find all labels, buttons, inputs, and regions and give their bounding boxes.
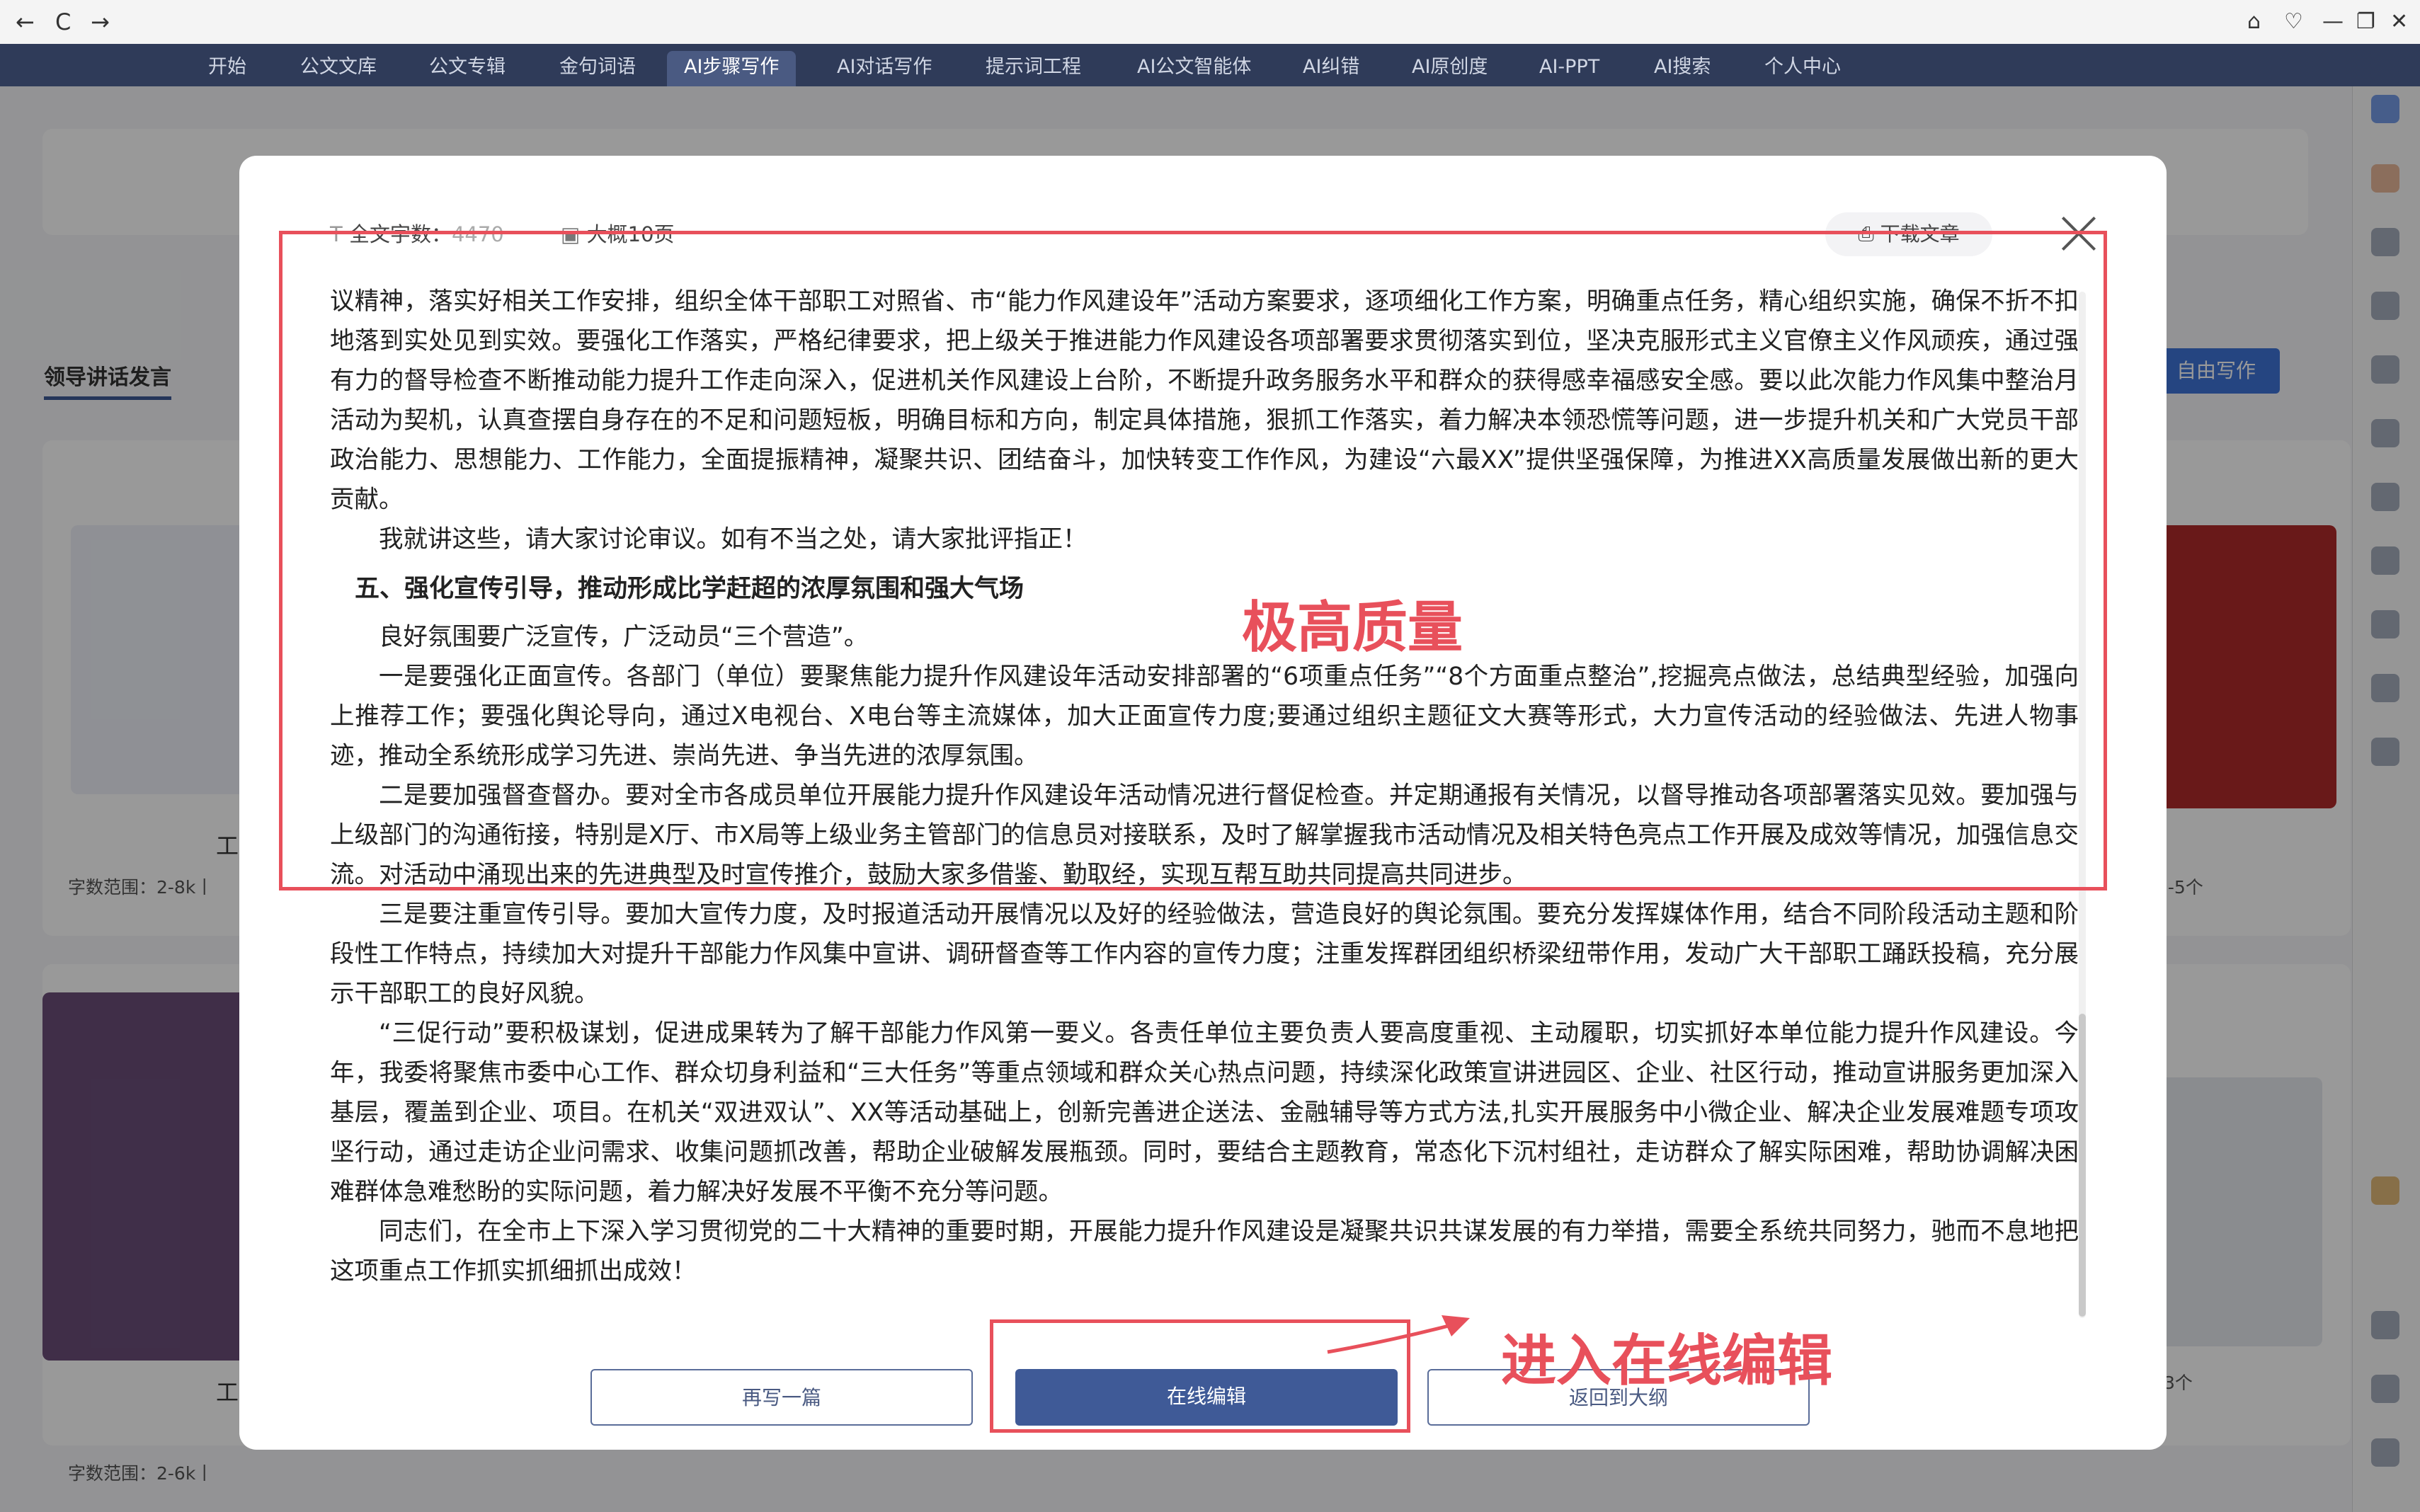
home-icon[interactable]: ⌂ [2247,7,2261,37]
scrollbar-thumb[interactable] [2079,1014,2086,1317]
nav-item-prompt-engineering[interactable]: 提示词工程 [969,51,1098,86]
nav-item-start[interactable]: 开始 [191,51,263,86]
favorite-icon[interactable]: ♡ [2284,7,2303,37]
enter-edit-annotation: 进入在线编辑 [1501,1329,1833,1393]
nav-item-user-center[interactable]: 个人中心 [1747,51,1858,86]
article-paragraph: 三是要注重宣传引导。要加大宣传力度，及时报道活动开展情况以及好的经验做法，营造良… [330,900,2079,1008]
nav-item-phrases[interactable]: 金句词语 [542,51,653,86]
nav-item-ai-search[interactable]: AI搜索 [1637,51,1728,86]
article-paragraph: “三促行动”要积极谋划，促进成果转为了解干部能力作风第一要义。各责任单位主要负责… [330,1019,2079,1206]
nav-item-ai-step-writing[interactable]: AI步骤写作 [667,51,797,86]
main-nav: 开始 公文文库 公文专辑 金句词语 AI步骤写作 AI对话写作 提示词工程 AI… [0,44,2420,86]
nav-item-ai-ppt[interactable]: AI-PPT [1522,51,1616,86]
reload-icon[interactable]: C [55,7,71,37]
nav-item-album[interactable]: 公文专辑 [412,51,523,86]
nav-item-ai-correction[interactable]: AI纠错 [1286,51,1376,86]
nav-item-ai-agent[interactable]: AI公文智能体 [1120,51,1268,86]
minimize-icon[interactable]: — [2322,7,2344,37]
nav-item-ai-originality[interactable]: AI原创度 [1395,51,1505,86]
close-window-icon[interactable]: ✕ [2390,7,2408,37]
nav-item-library[interactable]: 公文文库 [283,51,394,86]
article-paragraph: 同志们，在全市上下深入学习贯彻党的二十大精神的重要时期，开展能力提升作风建设是凝… [330,1218,2079,1285]
quality-annotation: 极高质量 [1242,596,1463,660]
rewrite-button[interactable]: 再写一篇 [590,1369,973,1426]
annotation-arrow-icon [1327,1315,1470,1354]
browser-chrome: ← C → ⌂ ♡ — ❐ ✕ [0,0,2420,44]
quality-highlight-box [279,231,2107,890]
back-icon[interactable]: ← [16,7,35,37]
nav-item-ai-chat-writing[interactable]: AI对话写作 [820,51,949,86]
maximize-icon[interactable]: ❐ [2356,7,2375,37]
forward-icon[interactable]: → [91,7,110,37]
